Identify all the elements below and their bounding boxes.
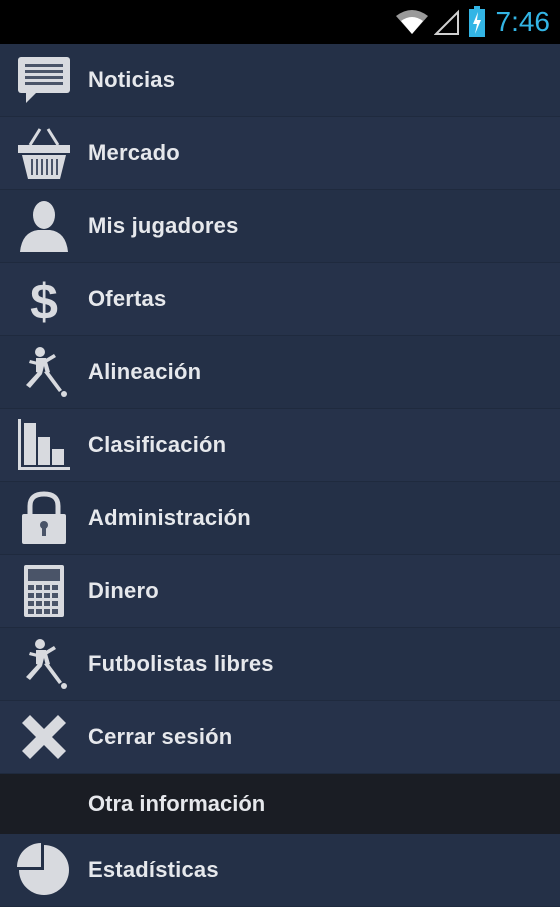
menu-item-label: Estadísticas xyxy=(88,857,219,882)
menu-item-mis-jugadores[interactable]: Mis jugadores xyxy=(0,190,560,263)
menu-item-mercado[interactable]: Mercado xyxy=(0,117,560,190)
footballer-icon xyxy=(16,344,72,400)
close-icon xyxy=(16,709,72,765)
status-time: 7:46 xyxy=(495,6,551,37)
menu-item-label: Futbolistas libres xyxy=(88,651,274,676)
wifi-icon xyxy=(394,8,430,36)
menu-item-label: Mis jugadores xyxy=(88,213,239,238)
pie-chart-icon xyxy=(16,842,72,898)
dollar-icon: $ xyxy=(16,271,72,327)
menu-item-label: Dinero xyxy=(88,578,159,603)
menu-item-label: Ofertas xyxy=(88,286,167,311)
menu-item-label: Noticias xyxy=(88,67,176,92)
basket-icon xyxy=(16,125,72,181)
status-bar: 7:46 xyxy=(0,0,560,44)
bar-chart-icon xyxy=(16,417,72,473)
news-icon xyxy=(16,52,72,108)
menu-item-cerrar-sesion[interactable]: Cerrar sesión xyxy=(0,701,560,774)
menu-item-clasificacion[interactable]: Clasificación xyxy=(0,409,560,482)
menu-item-label: Cerrar sesión xyxy=(88,724,233,749)
menu-item-dinero[interactable]: Dinero xyxy=(0,555,560,628)
section-header-otra-informacion: Otra información xyxy=(0,774,560,834)
menu-item-ofertas[interactable]: $ Ofertas xyxy=(0,263,560,336)
section-header-label: Otra información xyxy=(88,791,266,816)
menu-item-label: Mercado xyxy=(88,140,180,165)
menu-item-label: Clasificación xyxy=(88,432,227,457)
menu-item-estadisticas[interactable]: Estadísticas xyxy=(0,834,560,907)
navigation-menu: Noticias Mercado Mis jugadores $ Ofertas… xyxy=(0,44,560,907)
menu-item-futbolistas-libres[interactable]: Futbolistas libres xyxy=(0,628,560,701)
menu-item-alineacion[interactable]: Alineación xyxy=(0,336,560,409)
menu-item-administracion[interactable]: Administración xyxy=(0,482,560,555)
menu-item-label: Administración xyxy=(88,505,251,530)
person-icon xyxy=(16,198,72,254)
svg-text:$: $ xyxy=(30,274,58,327)
footballer-icon xyxy=(16,636,72,692)
menu-item-noticias[interactable]: Noticias xyxy=(0,44,560,117)
battery-charging-icon xyxy=(468,6,486,38)
signal-icon xyxy=(433,8,460,36)
menu-item-label: Alineación xyxy=(88,359,202,384)
calculator-icon xyxy=(16,563,72,619)
lock-icon xyxy=(16,490,72,546)
status-icons: 7:46 xyxy=(394,0,551,44)
